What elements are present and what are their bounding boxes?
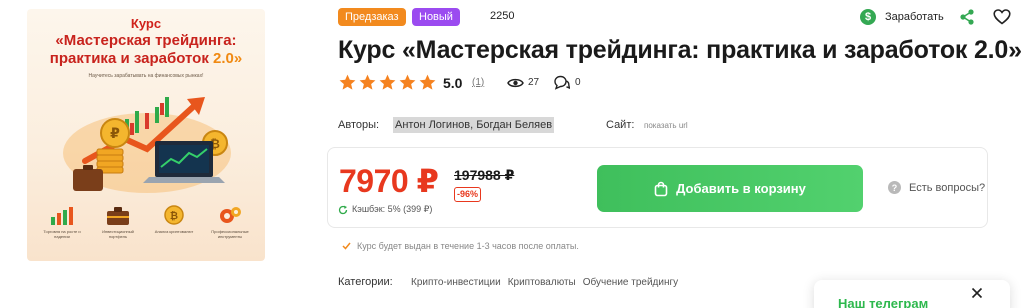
category-link[interactable]: Криптовалюты xyxy=(508,277,576,288)
cover-title-line1: «Мастерская трейдинга: xyxy=(55,32,237,49)
question-icon: ? xyxy=(888,181,901,194)
star-icon xyxy=(419,74,436,90)
earn-button[interactable]: $ Заработать xyxy=(860,8,944,26)
current-price: 7970 ₽ xyxy=(339,163,439,199)
cover-feature: Торговля на росте и падении xyxy=(37,205,87,239)
eye-icon xyxy=(507,78,524,88)
heart-icon[interactable] xyxy=(993,9,1011,25)
categories-list: Крипто-инвестиции Криптовалюты Обучение … xyxy=(411,277,678,288)
new-badge: Новый xyxy=(412,8,460,26)
cover-title-version: 2.0» xyxy=(213,50,243,67)
preorder-badge: Предзаказ xyxy=(338,8,406,26)
total-views-count: 2250 xyxy=(490,10,515,22)
check-icon xyxy=(342,242,351,250)
rating-stars xyxy=(338,73,437,92)
crypto-coin-icon: ₿ xyxy=(164,205,184,225)
svg-text:₿: ₿ xyxy=(170,210,178,222)
cover-features: Торговля на росте и падении Инвестиционн… xyxy=(37,205,255,239)
category-link[interactable]: Обучение трейдингу xyxy=(583,277,678,288)
add-to-cart-label: Добавить в корзину xyxy=(676,181,806,196)
product-cover-image[interactable]: Курс «Мастерская трейдинга: практика и з… xyxy=(27,9,265,261)
delivery-note-text: Курс будет выдан в течение 1-3 часов пос… xyxy=(357,241,579,251)
svg-text:₽: ₽ xyxy=(110,126,120,142)
cover-feature: ₿ Анализ криптовалют xyxy=(149,205,199,239)
delivery-note: Курс будет выдан в течение 1-3 часов пос… xyxy=(342,241,579,251)
old-price: 197988 ₽ xyxy=(454,167,515,183)
cover-feature-label: Анализ криптовалют xyxy=(154,229,194,234)
category-link[interactable]: Крипто-инвестиции xyxy=(411,277,501,288)
share-icon[interactable] xyxy=(959,9,975,25)
add-to-cart-button[interactable]: Добавить в корзину xyxy=(597,165,863,212)
cover-kicker: Курс xyxy=(130,16,162,31)
product-title: Курс «Мастерская трейдинга: практика и з… xyxy=(338,36,1022,64)
site-label: Сайт: xyxy=(606,119,635,131)
star-icon xyxy=(399,74,416,90)
show-url-link[interactable]: показать url xyxy=(644,121,688,130)
comments-count: 0 xyxy=(575,77,581,88)
cover-feature-label: Торговля на росте и падении xyxy=(43,229,81,239)
authors-value[interactable]: Антон Логинов, Богдан Беляев xyxy=(393,117,555,133)
discount-badge: -96% xyxy=(454,187,482,202)
cover-subtitle: Научитесь зарабатывать на финансовых рын… xyxy=(88,73,204,79)
earn-label: Заработать xyxy=(885,11,944,23)
gears-icon xyxy=(220,207,241,223)
ask-question-link[interactable]: ? Есть вопросы? xyxy=(888,181,985,194)
telegram-popup-title: Наш телеграм xyxy=(838,296,929,308)
cashback-info: Кэшбэк: 5% (399 ₽) xyxy=(338,204,432,215)
star-icon xyxy=(379,74,396,90)
growth-chart-icon xyxy=(51,207,73,225)
ask-question-label: Есть вопросы? xyxy=(909,181,986,194)
categories-label: Категории: xyxy=(338,276,393,288)
cashback-text: Кэшбэк: 5% (399 ₽) xyxy=(352,204,433,214)
comments-icon[interactable] xyxy=(553,75,570,91)
cover-title: «Мастерская трейдинга: практика и зарабо… xyxy=(27,32,265,68)
close-icon[interactable] xyxy=(971,287,983,299)
reviews-count-link[interactable]: (1) xyxy=(472,77,484,88)
star-icon xyxy=(339,74,356,90)
cover-feature-label: Профессиональные инструменты xyxy=(211,229,249,239)
dollar-coin-icon: $ xyxy=(860,9,876,25)
views-count: 27 xyxy=(528,77,540,88)
rating-value: 5.0 xyxy=(443,75,463,91)
shopping-bag-icon xyxy=(654,181,668,196)
trading-illustration: ₽ ₿ xyxy=(63,97,231,193)
cover-feature-label: Инвестиционный портфель xyxy=(102,229,134,239)
star-icon xyxy=(359,74,376,90)
authors-label: Авторы: xyxy=(338,119,380,131)
cover-feature: Инвестиционный портфель xyxy=(93,205,143,239)
briefcase-icon xyxy=(107,207,129,225)
cover-title-line2: практика и заработок 2.0» xyxy=(27,50,265,68)
refresh-icon xyxy=(338,205,348,214)
cover-feature: Профессиональные инструменты xyxy=(205,205,255,239)
cover-title-line2-text: практика и заработок xyxy=(49,50,213,67)
